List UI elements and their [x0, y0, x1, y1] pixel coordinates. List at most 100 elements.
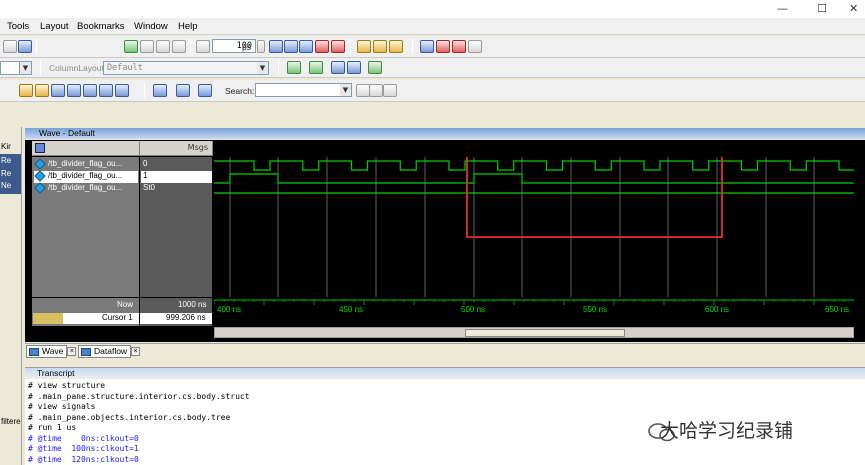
- signal-value: St0: [143, 183, 156, 192]
- back-arrow-icon[interactable]: [156, 40, 170, 53]
- profile-close-icon[interactable]: [468, 40, 482, 53]
- find-edge-3-icon[interactable]: [83, 84, 97, 97]
- menu-bookmarks[interactable]: Bookmarks: [77, 21, 125, 32]
- tab-bar: Wave × Dataflow ×: [25, 343, 865, 358]
- menu-tools[interactable]: Tools: [7, 21, 29, 32]
- timescale-ruler: [214, 299, 854, 305]
- signal-1-trace: [214, 173, 854, 184]
- continue-icon[interactable]: [284, 40, 298, 53]
- strip-label: Kir: [1, 142, 11, 151]
- signal-row[interactable]: /tb_divider_flag_ou...: [34, 182, 138, 195]
- wave-icon: [29, 348, 39, 356]
- tab-wave[interactable]: Wave ×: [26, 345, 77, 358]
- close-icon[interactable]: ×: [67, 347, 77, 356]
- find-edge-5-icon[interactable]: [115, 84, 129, 97]
- step-over-icon[interactable]: [373, 40, 387, 53]
- signal-name: /tb_divider_flag_ou...: [48, 159, 123, 168]
- tab-dataflow[interactable]: Dataflow ×: [78, 345, 141, 358]
- wave-options-icon[interactable]: [35, 143, 45, 153]
- stop-icon[interactable]: [331, 40, 345, 53]
- toolbar-row-2: ▼ ColumnLayout Default ▼: [0, 58, 865, 78]
- cursor-value: 999.206 ns: [166, 313, 206, 322]
- signal-icon: [34, 182, 46, 194]
- close-button[interactable]: ✕: [849, 2, 858, 15]
- find-prev-edge-icon[interactable]: [51, 84, 65, 97]
- run-all-icon[interactable]: [299, 40, 313, 53]
- transcript-line: # .main_pane.objects.interior.cs.body.tr…: [28, 412, 231, 422]
- toolbar-row-1: 100 ps: [0, 36, 865, 58]
- toolbar-separator: [278, 60, 279, 75]
- transcript-title: Transcript: [37, 368, 75, 378]
- signal-row[interactable]: /tb_divider_flag_ou...: [34, 158, 138, 171]
- horizontal-scrollbar[interactable]: [214, 327, 854, 338]
- profile-icon[interactable]: [420, 40, 434, 53]
- add-dataflow-icon[interactable]: [368, 61, 382, 74]
- add-wave-icon[interactable]: [287, 61, 301, 74]
- menu-layout[interactable]: Layout: [40, 21, 69, 32]
- minimize-button[interactable]: —: [777, 2, 788, 15]
- timescale-label: 500 ns: [461, 305, 486, 314]
- chevron-down-icon[interactable]: ▼: [257, 61, 269, 75]
- signal-icon: [34, 158, 46, 170]
- wave-window-title: Wave - Default: [39, 128, 95, 138]
- tab-label: Wave: [42, 346, 64, 356]
- menu-help[interactable]: Help: [178, 21, 198, 32]
- edge-icon[interactable]: [19, 84, 33, 97]
- search-options-icon[interactable]: [383, 84, 397, 97]
- spinner-icon[interactable]: [257, 40, 265, 53]
- signal-row-selected[interactable]: /tb_divider_flag_ou...: [34, 170, 138, 183]
- timescale-label: 400 ns: [217, 305, 242, 314]
- add-list-icon[interactable]: [347, 61, 361, 74]
- performance-icon[interactable]: [436, 40, 450, 53]
- strip-label: Ne: [1, 181, 12, 190]
- menu-window[interactable]: Window: [134, 21, 168, 32]
- step-icon[interactable]: [357, 40, 371, 53]
- restart-icon[interactable]: [196, 40, 210, 53]
- search-icon[interactable]: [356, 84, 370, 97]
- break-icon[interactable]: [315, 40, 329, 53]
- now-value: 1000 ns: [178, 300, 207, 309]
- signal-value: 0: [143, 159, 148, 168]
- timescale-label: 600 ns: [705, 305, 730, 314]
- scrollbar-thumb[interactable]: [465, 329, 625, 337]
- step-out-icon[interactable]: [389, 40, 403, 53]
- search-input[interactable]: [255, 83, 341, 97]
- layout-icon[interactable]: [3, 40, 17, 53]
- signal-name: /tb_divider_flag_ou...: [48, 183, 123, 192]
- left-dropdown[interactable]: [0, 61, 20, 75]
- cursor-remove-icon[interactable]: [176, 84, 190, 97]
- find-edge-4-icon[interactable]: [99, 84, 113, 97]
- up-arrow-icon[interactable]: [140, 40, 154, 53]
- cursor-lock-icon[interactable]: [33, 313, 63, 324]
- cursor-lock-icon[interactable]: [198, 84, 212, 97]
- cursor-add-icon[interactable]: [153, 84, 167, 97]
- toolbar-row-3: Search: ▼: [0, 80, 865, 102]
- edge-falling-icon[interactable]: [35, 84, 49, 97]
- column-layout-select[interactable]: Default: [103, 61, 258, 75]
- chevron-down-icon[interactable]: ▼: [340, 83, 352, 97]
- forward-arrow-icon[interactable]: [172, 40, 186, 53]
- memory-icon[interactable]: [18, 40, 32, 53]
- search-next-icon[interactable]: [369, 84, 383, 97]
- watermark-text: 大哈学习纪录铺: [660, 420, 794, 442]
- transcript-line: # @time 100ns:clkout=1: [28, 444, 139, 453]
- maximize-button[interactable]: ☐: [817, 2, 827, 15]
- copy-icon[interactable]: [124, 40, 138, 53]
- chevron-down-icon[interactable]: ▼: [20, 61, 32, 75]
- run-icon[interactable]: [269, 40, 283, 53]
- toolbar-separator: [350, 39, 351, 54]
- timescale-label: 650 ns: [825, 305, 850, 314]
- toolbar-separator: [40, 60, 41, 75]
- strip-label: filtere: [1, 417, 21, 426]
- waveform-plot[interactable]: [214, 157, 854, 297]
- close-icon[interactable]: ×: [131, 347, 141, 356]
- memory-profile-icon[interactable]: [452, 40, 466, 53]
- add-wave-2-icon[interactable]: [309, 61, 323, 74]
- find-next-edge-icon[interactable]: [67, 84, 81, 97]
- edit-icon[interactable]: [331, 61, 345, 74]
- transcript-line: # .main_pane.structure.interior.cs.body.…: [28, 391, 250, 401]
- msgs-header-label: Msgs: [187, 143, 208, 152]
- transcript-header[interactable]: Transcript: [25, 367, 865, 378]
- wave-window-header[interactable]: Wave - Default: [25, 128, 865, 139]
- signal-name-header[interactable]: [32, 141, 140, 156]
